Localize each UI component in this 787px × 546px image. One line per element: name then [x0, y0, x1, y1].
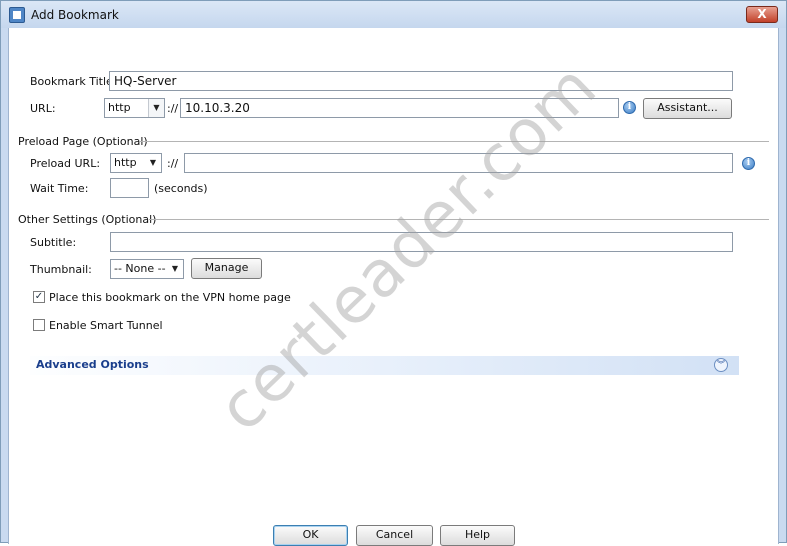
- subtitle-label: Subtitle:: [30, 236, 77, 249]
- bookmark-app-icon: [9, 7, 25, 23]
- subtitle-input[interactable]: [110, 232, 733, 252]
- wait-time-unit: (seconds): [154, 182, 208, 195]
- url-separator: ://: [167, 102, 179, 115]
- window-title: Add Bookmark: [31, 8, 119, 22]
- thumbnail-select[interactable]: -- None -- ▼: [110, 259, 184, 279]
- check-icon: ✓: [34, 291, 44, 302]
- preload-url-input[interactable]: [184, 153, 733, 173]
- info-icon[interactable]: i: [742, 157, 755, 170]
- url-protocol-select[interactable]: http ▼: [104, 98, 165, 118]
- url-protocol-value: http: [108, 101, 131, 114]
- wait-time-input[interactable]: [110, 178, 149, 198]
- preload-url-label: Preload URL:: [30, 157, 101, 170]
- section-divider: [140, 141, 769, 142]
- assistant-button[interactable]: Assistant...: [643, 98, 732, 119]
- bookmark-title-label: Bookmark Title:: [30, 75, 117, 88]
- wait-time-label: Wait Time:: [30, 182, 89, 195]
- close-button[interactable]: X: [746, 6, 778, 23]
- url-input[interactable]: 10.10.3.20: [180, 98, 619, 118]
- preload-protocol-select[interactable]: http ▼: [110, 153, 162, 173]
- vpn-home-checkbox[interactable]: ✓: [33, 291, 45, 303]
- manage-button[interactable]: Manage: [191, 258, 262, 279]
- vpn-home-label[interactable]: Place this bookmark on the VPN home page: [49, 291, 291, 304]
- dialog-content: Bookmark Title: HQ-Server URL: http ▼ :/…: [8, 28, 779, 546]
- thumbnail-value: -- None --: [114, 262, 166, 275]
- title-bar[interactable]: Add Bookmark X: [1, 1, 786, 28]
- chevron-down-icon[interactable]: ▼: [148, 99, 164, 117]
- preload-section-heading: Preload Page (Optional): [18, 135, 148, 148]
- bookmark-title-input[interactable]: HQ-Server: [109, 71, 733, 91]
- chevron-down-icon[interactable]: ▼: [145, 154, 161, 172]
- info-icon[interactable]: i: [623, 101, 636, 114]
- smart-tunnel-checkbox[interactable]: [33, 319, 45, 331]
- other-settings-heading: Other Settings (Optional): [18, 213, 157, 226]
- preload-protocol-value: http: [114, 156, 137, 169]
- dialog-window: Add Bookmark X Bookmark Title: HQ-Server…: [0, 0, 787, 546]
- url-label: URL:: [30, 102, 56, 115]
- thumbnail-label: Thumbnail:: [30, 263, 92, 276]
- double-chevron-down-icon[interactable]: ︾: [714, 358, 728, 372]
- smart-tunnel-label[interactable]: Enable Smart Tunnel: [49, 319, 163, 332]
- preload-url-separator: ://: [167, 157, 179, 170]
- advanced-options-bar[interactable]: Advanced Options ︾: [30, 356, 739, 375]
- chevron-down-icon[interactable]: ▼: [167, 260, 183, 278]
- advanced-options-label: Advanced Options: [36, 358, 149, 371]
- section-divider: [149, 219, 769, 220]
